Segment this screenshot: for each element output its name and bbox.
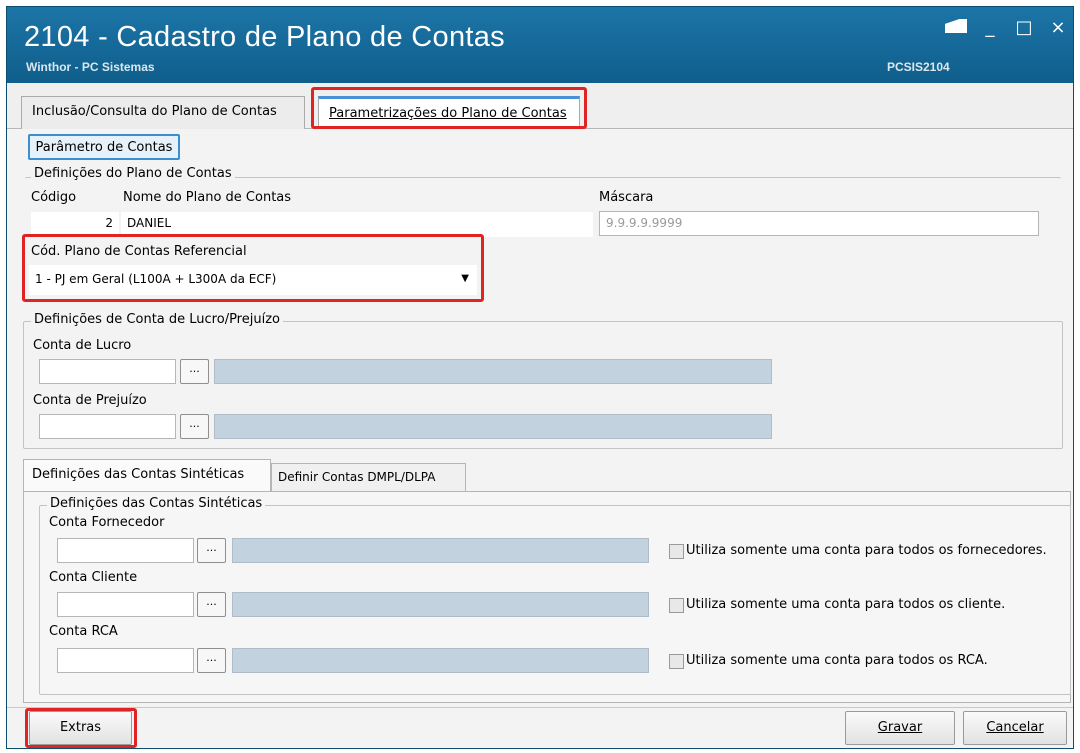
name-label: Nome do Plano de Contas [123,190,292,205]
profit-account-label: Conta de Lucro [33,338,132,353]
supplier-account-field[interactable] [57,538,194,563]
main-window: 2104 - Cadastro de Plano de Contas Winth… [6,6,1074,749]
client-account-description [232,592,649,617]
loss-account-description [214,414,772,439]
rca-account-field[interactable] [57,648,194,673]
client-account-label: Conta Cliente [49,570,138,585]
program-code: PCSIS2104 [887,60,950,74]
loss-account-label: Conta de Prejuízo [33,393,147,408]
mask-field[interactable]: 9.9.9.9.9999 [599,211,1039,236]
title-bar: 2104 - Cadastro de Plano de Contas Winth… [7,7,1073,83]
rca-account-description [232,648,649,673]
client-account-lookup-button[interactable]: ... [197,592,226,617]
mask-label: Máscara [599,190,654,205]
supplier-single-account-label: Utiliza somente uma conta para todos os … [686,543,1047,558]
highlight-tab [311,87,587,129]
tab-inclusao-consulta[interactable]: Inclusão/Consulta do Plano de Contas [21,96,305,129]
close-icon[interactable]: × [1047,17,1069,38]
code-label: Código [31,190,77,205]
restore-icon[interactable] [945,17,967,38]
tab-contas-dmpl-label: Definir Contas DMPL/DLPA [278,470,436,484]
profit-account-lookup-button[interactable]: ... [180,359,209,384]
cancel-button[interactable]: Cancelar [963,711,1067,745]
supplier-account-lookup-button[interactable]: ... [197,538,226,563]
main-tabstrip: Inclusão/Consulta do Plano de Contas Par… [7,83,1073,129]
tab-contas-dmpl[interactable]: Definir Contas DMPL/DLPA [271,463,466,491]
tab-contas-sinteticas[interactable]: Definições das Contas Sintéticas [23,459,271,491]
client-single-account-label: Utiliza somente uma conta para todos os … [686,597,1006,612]
window-subtitle: Winthor - PC Sistemas [26,60,155,74]
loss-account-lookup-button[interactable]: ... [180,414,209,439]
rca-account-label: Conta RCA [49,624,118,639]
loss-account-field[interactable] [39,414,176,439]
parametro-contas-button[interactable]: Parâmetro de Contas [28,134,180,160]
footer-divider [7,707,1073,708]
highlight-ref-plan [22,234,484,302]
profit-loss-group-title: Definições de Conta de Lucro/Prejuízo [31,312,283,327]
save-button-label: Gravar [877,720,923,735]
tab-contas-sinteticas-label: Definições das Contas Sintéticas [32,467,245,482]
highlight-extras [25,708,137,748]
client-single-account-checkbox[interactable] [669,598,684,613]
window-title: 2104 - Cadastro de Plano de Contas [24,21,505,53]
client-account-field[interactable] [57,592,194,617]
minimize-icon[interactable]: _ [979,17,1001,38]
supplier-single-account-checkbox[interactable] [669,544,684,559]
rca-single-account-label: Utiliza somente uma conta para todos os … [686,653,988,668]
window-controls: _ □ × [945,17,1069,38]
save-button[interactable]: Gravar [845,711,955,745]
rca-single-account-checkbox[interactable] [669,654,684,669]
maximize-icon[interactable]: □ [1013,17,1035,38]
rca-account-lookup-button[interactable]: ... [197,648,226,673]
profit-account-field[interactable] [39,359,176,384]
cancel-button-label: Cancelar [986,720,1044,735]
profit-account-description [214,359,772,384]
tab-inclusao-label: Inclusão/Consulta do Plano de Contas [32,104,277,119]
supplier-account-label: Conta Fornecedor [49,515,165,530]
plan-group-title: Definições do Plano de Contas [31,166,235,181]
synthetic-group-title: Definições das Contas Sintéticas [47,496,266,511]
supplier-account-description [232,538,649,563]
